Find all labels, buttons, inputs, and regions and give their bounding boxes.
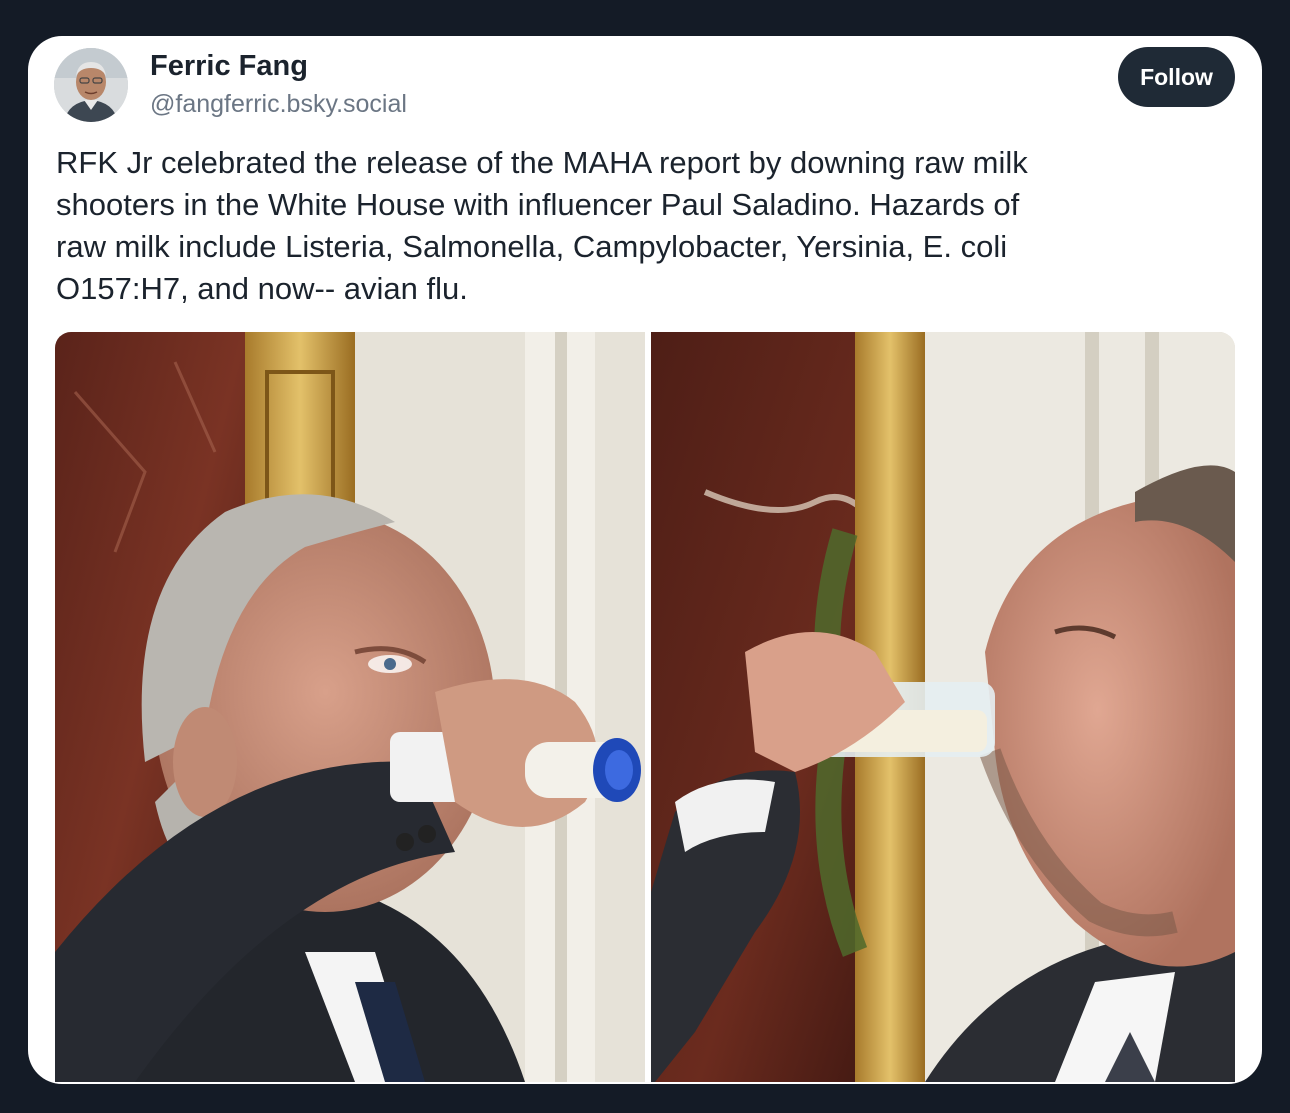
follow-button[interactable]: Follow (1118, 47, 1235, 107)
post-image[interactable] (55, 332, 1235, 1082)
post-text-line: RFK Jr celebrated the release of the MAH… (56, 145, 1028, 180)
author-name[interactable]: Ferric Fang (150, 50, 308, 83)
post-text-line: O157:H7, and now-- avian flu. (56, 271, 468, 306)
post-text: RFK Jr celebrated the release of the MAH… (56, 142, 1226, 310)
post-text-line: raw milk include Listeria, Salmonella, C… (56, 229, 1008, 264)
author-handle[interactable]: @fangferric.bsky.social (150, 90, 407, 119)
post-card: Ferric Fang @fangferric.bsky.social Foll… (28, 36, 1262, 1084)
avatar[interactable] (54, 48, 128, 122)
post-text-line: shooters in the White House with influen… (56, 187, 1020, 222)
